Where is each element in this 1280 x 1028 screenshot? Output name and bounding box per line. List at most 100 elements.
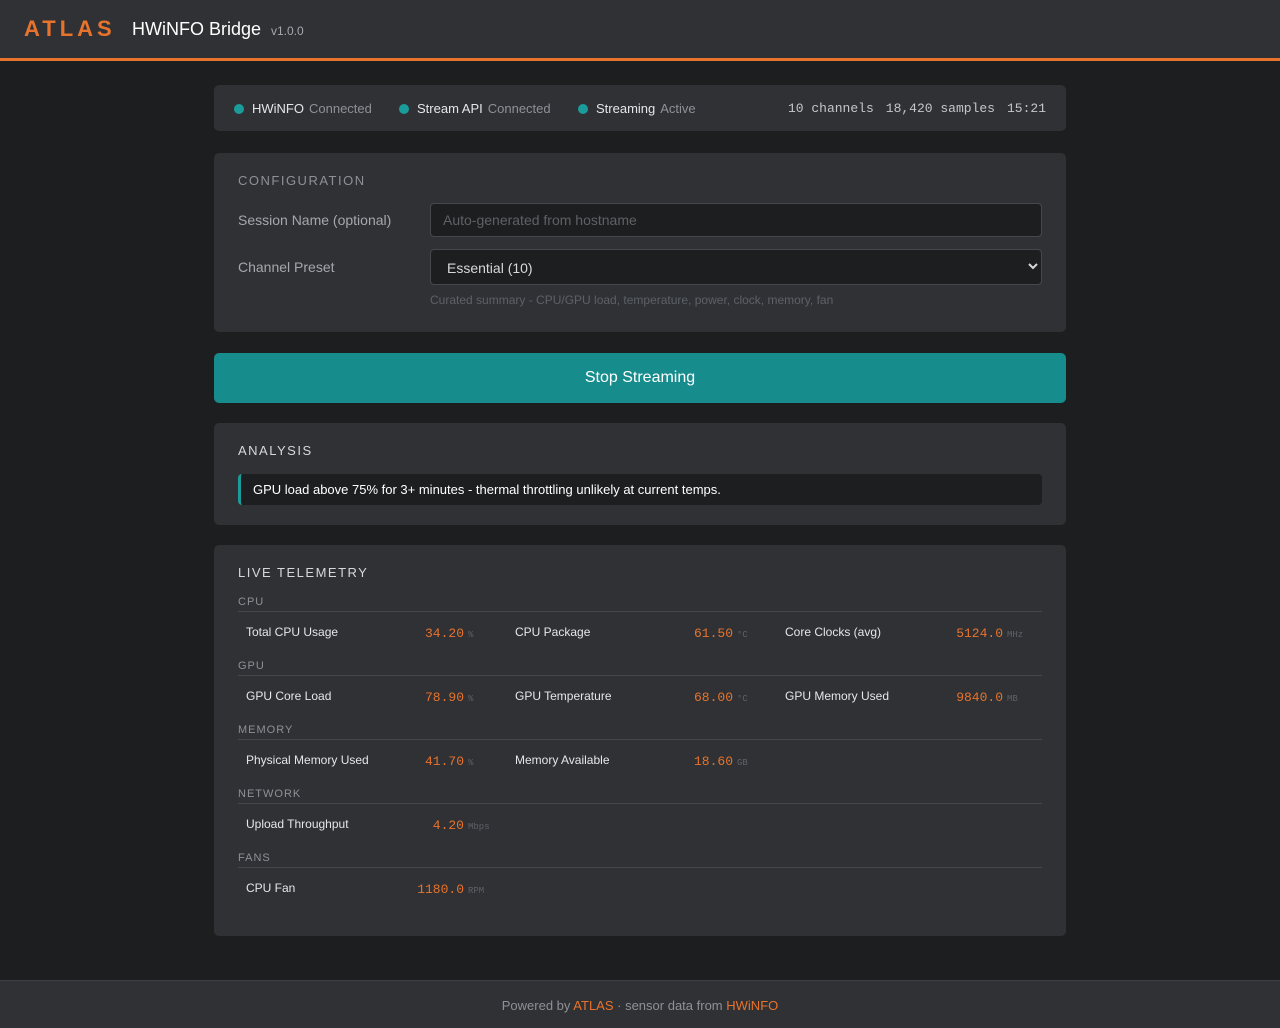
- status-value: Connected: [309, 101, 372, 116]
- status-stats: 10 channels 18,420 samples 15:21: [788, 101, 1046, 116]
- status-name: HWiNFO: [252, 101, 304, 116]
- footer-text: Powered by ATLAS · sensor data from HWiN…: [0, 998, 1280, 1013]
- telemetry-panel: LIVE TELEMETRY CPU Total CPU Usage 34.20…: [214, 545, 1066, 936]
- metric-unit: MB: [1007, 694, 1018, 704]
- metric-unit: °C: [737, 630, 748, 640]
- metric-unit: MHz: [1007, 630, 1024, 640]
- metric-value: 68.00: [693, 690, 733, 705]
- metric-cpu-fan: CPU Fan 1180.0 RPM: [238, 880, 492, 898]
- analysis-title: ANALYSIS: [238, 443, 313, 458]
- metric-physical-memory-used: Physical Memory Used 41.70%: [238, 752, 492, 770]
- metric-gpu-temperature: GPU Temperature 68.00 °C: [507, 688, 761, 706]
- metric-reading: 61.50 °C: [694, 624, 761, 642]
- insight-text: GPU load above 75% for 3+ minutes - ther…: [253, 482, 721, 497]
- metric-core-clocks: Core Clocks (avg) 5124.0 MHz: [777, 624, 1031, 642]
- status-name: Stream API: [417, 101, 483, 116]
- group-divider: [238, 867, 1042, 868]
- metric-label: Memory Available: [515, 753, 610, 767]
- status-name: Streaming: [596, 101, 656, 116]
- configuration-panel: CONFIGURATION Session Name (optional) Ch…: [214, 153, 1066, 332]
- analysis-insight: GPU load above 75% for 3+ minutes - ther…: [238, 474, 1042, 505]
- metric-value: 9840.0: [956, 690, 1003, 705]
- metric-reading: 9840.0 MB: [956, 688, 1031, 706]
- footer-middle: · sensor data from: [617, 998, 723, 1013]
- footer-atlas-link[interactable]: ATLAS: [573, 998, 613, 1013]
- metric-unit: RPM: [468, 886, 485, 896]
- metric-reading: 68.00 °C: [694, 688, 761, 706]
- metric-label: CPU Package: [515, 625, 591, 639]
- metric-value: 61.50: [693, 626, 733, 641]
- brand-logo: ATLAS: [24, 16, 116, 41]
- channel-count: 10 channels: [787, 101, 874, 116]
- metric-reading: 4.20 Mbps: [433, 816, 492, 834]
- metric-value: 1180.0: [417, 882, 464, 897]
- metric-gpu-memory-used: GPU Memory Used 9840.0 MB: [777, 688, 1031, 706]
- metric-label: Core Clocks (avg): [785, 625, 882, 639]
- analysis-panel: ANALYSIS GPU load above 75% for 3+ minut…: [214, 423, 1066, 525]
- stop-streaming-button[interactable]: Stop Streaming: [214, 353, 1066, 403]
- metric-reading: 78.90%: [425, 688, 492, 706]
- app-title: HWiNFO Bridge: [132, 19, 262, 39]
- metric-label: GPU Core Load: [246, 689, 332, 703]
- channel-preset-hint: Curated summary - CPU/GPU load, temperat…: [430, 293, 834, 307]
- group-divider: [238, 611, 1042, 612]
- metric-label: GPU Temperature: [515, 689, 612, 703]
- metric-unit: %: [468, 630, 474, 640]
- status-dot-icon: [578, 104, 588, 114]
- status-dot-icon: [399, 104, 409, 114]
- metric-gpu-core-load: GPU Core Load 78.90%: [238, 688, 492, 706]
- footer-hwinfo-link[interactable]: HWiNFO: [726, 998, 778, 1013]
- metric-value: 41.70: [424, 754, 464, 769]
- footer: Powered by ATLAS · sensor data from HWiN…: [0, 980, 1280, 1028]
- group-title-gpu: GPU: [238, 660, 265, 672]
- status-value: Connected: [487, 101, 551, 116]
- stream-time: 15:21: [1006, 101, 1046, 116]
- status-hwinfo: HWiNFO Connected: [234, 101, 372, 116]
- metric-reading: 5124.0 MHz: [956, 624, 1031, 642]
- metric-reading: 41.70%: [425, 752, 492, 770]
- configuration-title: CONFIGURATION: [238, 173, 366, 188]
- sample-count: 18,420 samples: [885, 101, 995, 116]
- metric-total-cpu-usage: Total CPU Usage 34.20%: [238, 624, 492, 642]
- metric-unit: Mbps: [468, 822, 490, 832]
- metric-value: 78.90: [424, 690, 464, 705]
- metric-value: 5124.0: [956, 626, 1003, 641]
- metric-cpu-package: CPU Package 61.50 °C: [507, 624, 761, 642]
- metric-value: 4.20: [432, 818, 464, 833]
- group-divider: [238, 803, 1042, 804]
- metric-label: CPU Fan: [246, 881, 296, 895]
- metric-label: Total CPU Usage: [246, 625, 339, 639]
- metric-upload-throughput: Upload Throughput 4.20 Mbps: [238, 816, 492, 834]
- metric-reading: 34.20%: [425, 624, 492, 642]
- telemetry-title: LIVE TELEMETRY: [238, 565, 369, 580]
- footer-prefix: Powered by: [501, 998, 571, 1013]
- group-title-cpu: CPU: [238, 596, 265, 608]
- metric-label: Upload Throughput: [246, 817, 349, 831]
- metric-value: 34.20: [424, 626, 464, 641]
- group-title-fans: FANS: [238, 852, 271, 864]
- channel-preset-select[interactable]: Essential (10): [430, 249, 1042, 285]
- group-title-network: NETWORK: [238, 788, 302, 800]
- group-title-memory: MEMORY: [238, 724, 294, 736]
- metric-value: 18.60: [693, 754, 733, 769]
- group-divider: [238, 675, 1042, 676]
- session-name-label: Session Name (optional): [238, 212, 392, 228]
- metric-label: GPU Memory Used: [785, 689, 890, 703]
- channel-preset-value: Essential (10): [447, 260, 533, 276]
- status-stream-api: Stream API Connected: [399, 101, 551, 116]
- session-name-input[interactable]: [430, 203, 1042, 237]
- channel-preset-label: Channel Preset: [238, 259, 335, 275]
- metric-unit: °C: [737, 694, 748, 704]
- metric-reading: 18.60 GB: [694, 752, 761, 770]
- metric-unit: %: [468, 694, 474, 704]
- metric-unit: %: [468, 758, 474, 768]
- chevron-down-icon: [1028, 263, 1038, 270]
- status-dot-icon: [234, 104, 244, 114]
- metric-unit: GB: [737, 758, 748, 768]
- metric-label: Physical Memory Used: [246, 753, 369, 767]
- top-bar: ATLAS HWiNFO Bridge v1.0.0: [0, 0, 1280, 61]
- status-bar: HWiNFO Connected Stream API Connected Stre…: [214, 85, 1066, 131]
- group-divider: [238, 739, 1042, 740]
- metric-reading: 1180.0 RPM: [417, 880, 492, 898]
- app-version: v1.0.0: [271, 24, 304, 38]
